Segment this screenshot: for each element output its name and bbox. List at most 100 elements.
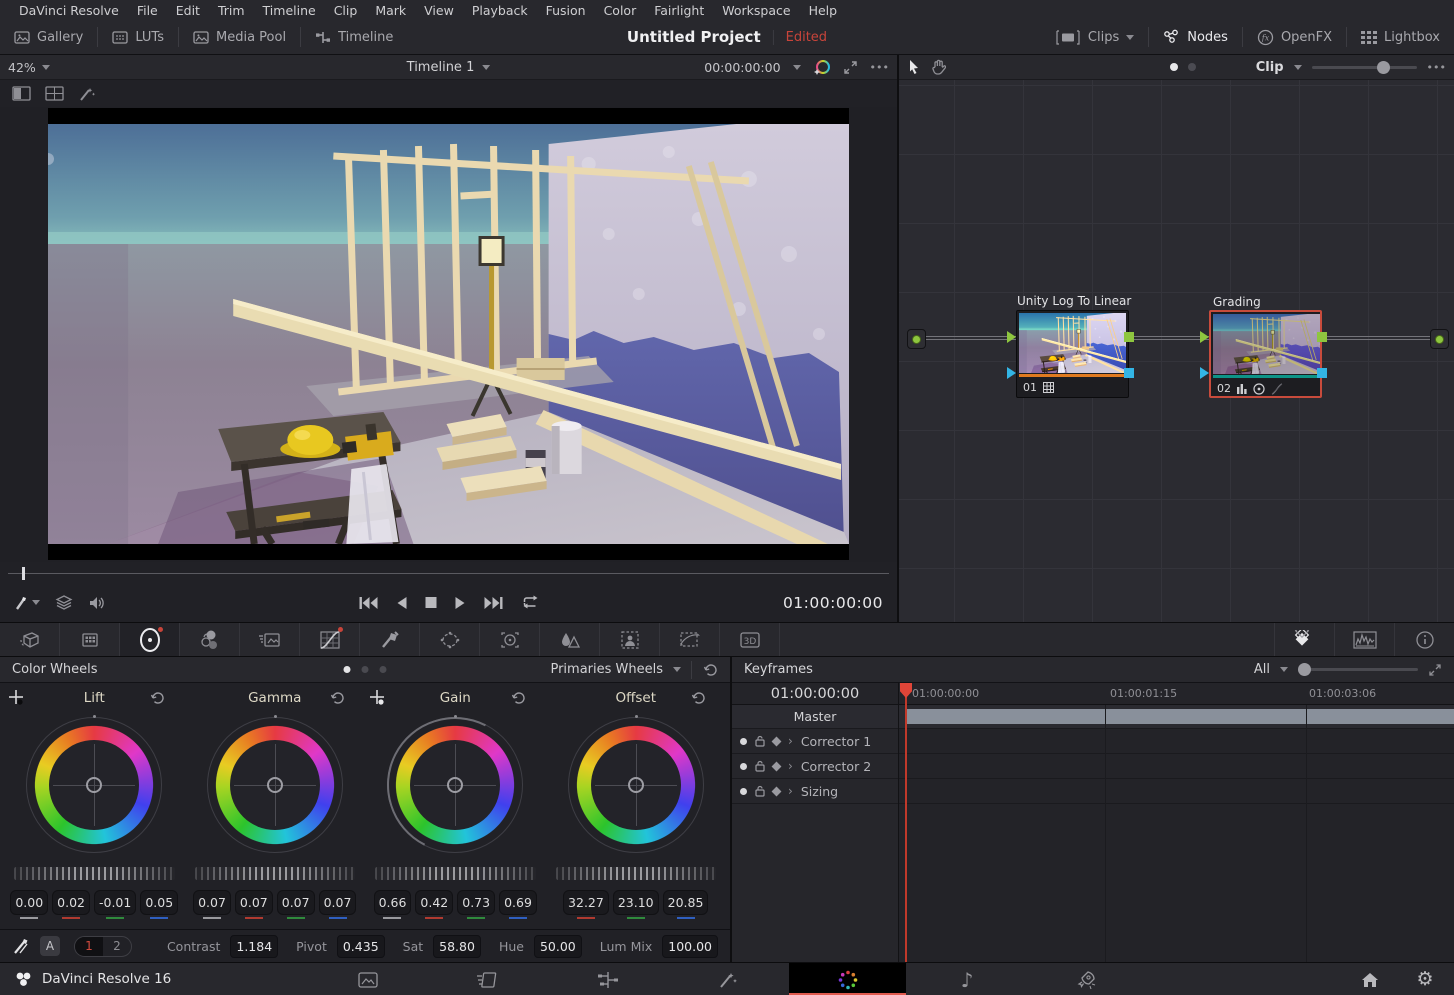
node-graph-canvas[interactable]: Unity Log To Linear 01 Grading <box>899 80 1454 622</box>
track-enable-dot[interactable] <box>740 738 747 745</box>
track-header-master[interactable]: Master <box>732 705 898 729</box>
lift-y-value[interactable]: 0.00 <box>10 890 48 915</box>
grid-view-icon[interactable] <box>45 86 64 101</box>
viewer-options-icon[interactable]: ••• <box>870 62 889 73</box>
source-timecode[interactable]: 00:00:00:00 <box>704 60 780 75</box>
rgb-input-port[interactable] <box>1007 331 1016 343</box>
key-output-port[interactable] <box>1317 368 1327 378</box>
grab-wand-icon[interactable] <box>12 937 30 955</box>
wheel-page-dots[interactable] <box>344 666 387 673</box>
camera-raw-tool[interactable] <box>0 623 60 656</box>
gain-b-value[interactable]: 0.69 <box>499 890 537 915</box>
openfx-button[interactable]: fx OpenFX <box>1243 20 1346 54</box>
offset-wheel-puck[interactable] <box>628 777 644 793</box>
lift-g-value[interactable]: -0.01 <box>94 890 136 915</box>
track-header-corrector2[interactable]: › Corrector 2 <box>732 754 898 779</box>
scrubber-playhead[interactable] <box>22 567 25 580</box>
motion-effects-tool[interactable] <box>240 623 300 656</box>
menu-clip[interactable]: Clip <box>325 3 367 18</box>
track-header-sizing[interactable]: › Sizing <box>732 779 898 804</box>
page-tab-deliver[interactable] <box>1057 963 1115 995</box>
offset-master-slider[interactable] <box>556 867 717 880</box>
keyframe-diamond-icon[interactable] <box>772 786 782 796</box>
info-panel-toggle[interactable] <box>1394 623 1454 656</box>
gain-master-slider[interactable] <box>375 867 536 880</box>
gamma-y-value[interactable]: 0.07 <box>193 890 231 915</box>
stereo-3d-tool[interactable]: 3D <box>720 623 780 656</box>
color-match-tool[interactable] <box>60 623 120 656</box>
lock-icon[interactable] <box>755 785 765 797</box>
go-to-end-button[interactable] <box>483 596 503 610</box>
menu-view[interactable]: View <box>415 3 463 18</box>
menu-trim[interactable]: Trim <box>209 3 254 18</box>
expand-track-chevron[interactable]: › <box>788 734 793 748</box>
graph-dot-active[interactable] <box>1170 63 1178 71</box>
offset-b-value[interactable]: 20.85 <box>663 890 709 915</box>
gain-picker-icon[interactable] <box>369 689 385 705</box>
corrector2-track-row[interactable] <box>899 754 1454 779</box>
rgb-input-port[interactable] <box>1200 331 1209 343</box>
wipe-modes-icon[interactable] <box>55 595 73 610</box>
keyframe-filter-dropdown[interactable]: All <box>1254 662 1270 677</box>
play-button[interactable] <box>454 596 466 610</box>
page-tab-fusion[interactable] <box>699 963 757 995</box>
power-windows-tool[interactable] <box>420 623 480 656</box>
offset-color-wheel[interactable] <box>568 717 704 853</box>
offset-reset-icon[interactable] <box>690 690 706 706</box>
sizing-tool[interactable] <box>660 623 720 656</box>
graph-zoom-slider[interactable] <box>1312 66 1417 69</box>
clips-button[interactable]: Clips <box>1041 20 1148 54</box>
curves-tool[interactable] <box>300 623 360 656</box>
viewer-scrubber[interactable] <box>0 562 897 584</box>
page-tab-media[interactable] <box>339 963 397 995</box>
page-1-button[interactable]: 1 <box>75 937 103 956</box>
track-enable-dot[interactable] <box>740 763 747 770</box>
go-to-start-button[interactable] <box>358 596 378 610</box>
gamma-g-value[interactable]: 0.07 <box>277 890 315 915</box>
key-input-port[interactable] <box>1200 367 1209 379</box>
menu-mark[interactable]: Mark <box>366 3 415 18</box>
keyframe-ruler[interactable]: 01:00:00:00 01:00:01:15 01:00:03:06 <box>899 683 1454 705</box>
keyframes-panel-toggle[interactable] <box>1274 623 1334 656</box>
output-node[interactable] <box>1430 329 1449 349</box>
menu-color[interactable]: Color <box>595 3 646 18</box>
home-button[interactable] <box>1341 963 1399 995</box>
nodes-button[interactable]: Nodes <box>1149 20 1242 54</box>
tracker-tool[interactable] <box>480 623 540 656</box>
timeline-button[interactable]: Timeline <box>301 20 407 54</box>
menu-workspace[interactable]: Workspace <box>713 3 799 18</box>
offset-r-value[interactable]: 32.27 <box>563 890 609 915</box>
graph-options-icon[interactable]: ••• <box>1427 62 1446 73</box>
corrector-node-01[interactable]: Unity Log To Linear 01 <box>1016 310 1129 398</box>
key-output-port[interactable] <box>1124 368 1134 378</box>
expand-viewer-icon[interactable] <box>843 60 858 75</box>
pointer-tool-icon[interactable] <box>907 59 921 75</box>
qualifier-tool[interactable] <box>360 623 420 656</box>
keyframe-timeline-area[interactable]: 01:00:00:00 01:00:01:15 01:00:03:06 <box>899 683 1454 962</box>
gamma-b-value[interactable]: 0.07 <box>319 890 357 915</box>
master-clip-bar[interactable] <box>907 709 1454 724</box>
lift-picker-icon[interactable] <box>8 689 24 705</box>
lightbox-button[interactable]: Lightbox <box>1347 20 1454 54</box>
gain-reset-icon[interactable] <box>510 690 526 706</box>
step-back-button[interactable] <box>395 596 407 610</box>
key-input-port[interactable] <box>1007 367 1016 379</box>
gain-color-wheel[interactable] <box>387 717 523 853</box>
timeline-selector[interactable]: Timeline 1 <box>407 60 491 75</box>
expand-track-chevron[interactable]: › <box>788 784 793 798</box>
gain-g-value[interactable]: 0.73 <box>457 890 495 915</box>
keyframe-diamond-icon[interactable] <box>772 736 782 746</box>
magic-wand-icon[interactable] <box>78 86 96 102</box>
blur-tool[interactable] <box>540 623 600 656</box>
split-screen-icon[interactable] <box>12 86 31 101</box>
lummix-value[interactable]: 100.00 <box>662 935 718 958</box>
menu-file[interactable]: File <box>128 3 167 18</box>
rgb-mixer-tool[interactable] <box>180 623 240 656</box>
settings-button[interactable]: ⚙ <box>1396 963 1454 995</box>
lift-master-slider[interactable] <box>14 867 175 880</box>
sat-value[interactable]: 58.80 <box>433 935 481 958</box>
keyframe-playhead[interactable] <box>905 683 907 962</box>
graph-dot-inactive[interactable] <box>1188 63 1196 71</box>
gamma-wheel-puck[interactable] <box>267 777 283 793</box>
page-tab-color[interactable] <box>789 963 906 995</box>
